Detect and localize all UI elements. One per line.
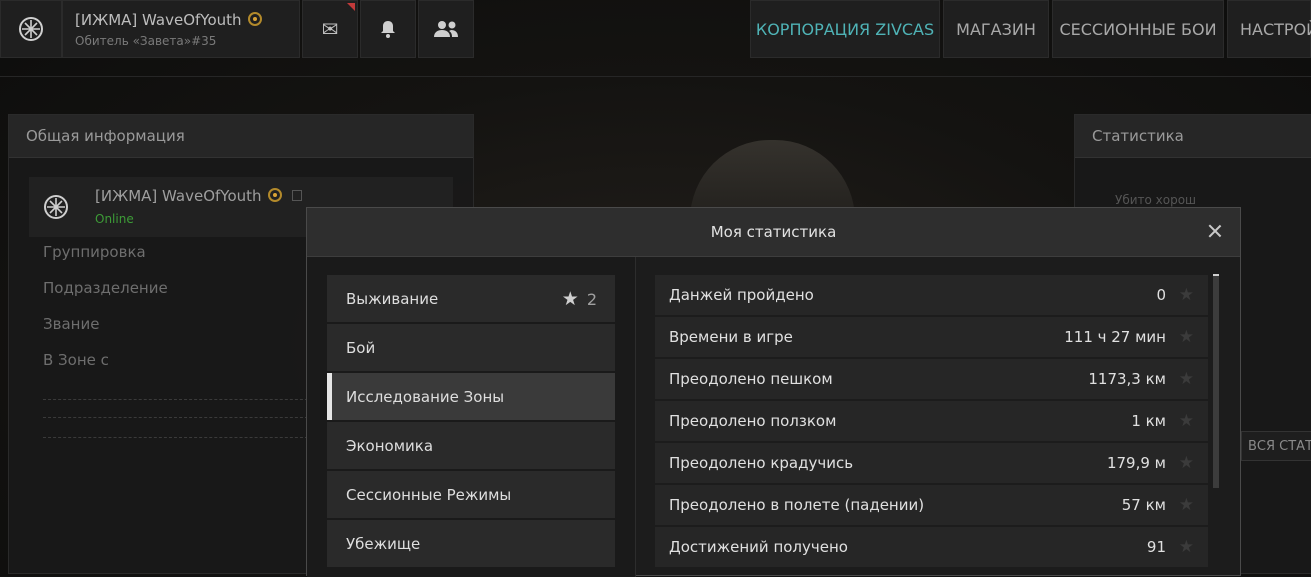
bell-icon xyxy=(381,21,395,38)
player-info-tile[interactable]: [ИЖМА] WaveOfYouth Обитель «Завета»#35 xyxy=(62,0,300,58)
my-statistics-dialog: Моя статистика Выживание ★ 2 Бой Исследов… xyxy=(306,207,1241,577)
top-bar: [ИЖМА] WaveOfYouth Обитель «Завета»#35 ✉… xyxy=(0,0,1311,62)
field-in-zone-since: В Зоне с xyxy=(43,351,109,369)
nav-settings[interactable]: НАСТРОЙ xyxy=(1227,0,1311,58)
dialog-header: Моя статистика xyxy=(307,208,1240,257)
nav-shop[interactable]: МАГАЗИН xyxy=(943,0,1049,58)
stat-row: Достижений получено 91 ★ xyxy=(655,527,1208,567)
stat-value: 0 xyxy=(1156,286,1166,304)
stat-label: Преодолено пешком xyxy=(669,370,833,388)
category-economy[interactable]: Экономика xyxy=(327,422,615,469)
nav-corporation[interactable]: КОРПОРАЦИЯ ZIVCAS xyxy=(750,0,940,58)
dialog-title: Моя статистика xyxy=(710,223,837,241)
stat-label: Преодолено в полете (падении) xyxy=(669,496,925,514)
stat-value: 111 ч 27 мин xyxy=(1064,328,1166,346)
general-info-title: Общая информация xyxy=(9,115,473,158)
friends-icon xyxy=(434,21,458,37)
player-name: [ИЖМА] WaveOfYouth xyxy=(75,11,262,29)
stat-value: 1 км xyxy=(1131,412,1166,430)
scrollbar-thumb[interactable] xyxy=(1213,274,1219,276)
player-location: Обитель «Завета»#35 xyxy=(75,34,217,48)
field-division: Подразделение xyxy=(43,279,168,297)
star-icon[interactable]: ★ xyxy=(1179,369,1194,389)
notifications-button[interactable] xyxy=(360,0,416,58)
divider xyxy=(43,417,313,418)
category-label: Выживание xyxy=(346,289,439,308)
category-count: ★ 2 xyxy=(561,288,597,310)
stat-row: Преодолено пешком 1173,3 км ★ xyxy=(655,359,1208,399)
stat-row: Времени в игре 111 ч 27 мин ★ xyxy=(655,317,1208,357)
stat-label: Времени в игре xyxy=(669,328,793,346)
category-combat[interactable]: Бой xyxy=(327,324,615,371)
category-label: Сессионные Режимы xyxy=(346,485,512,504)
stat-value: 179,9 м xyxy=(1106,454,1166,472)
all-stats-button[interactable]: ВСЯ СТАТ xyxy=(1241,431,1311,461)
stat-row: Преодолено ползком 1 км ★ xyxy=(655,401,1208,441)
statistics-title: Статистика xyxy=(1075,115,1311,158)
category-list: Выживание ★ 2 Бой Исследование Зоны Эконо… xyxy=(307,257,636,577)
divider xyxy=(43,437,313,438)
stat-label: Данжей пройдено xyxy=(669,286,814,304)
friends-button[interactable] xyxy=(418,0,474,58)
star-icon[interactable]: ★ xyxy=(1179,537,1194,557)
online-status: Online xyxy=(95,212,134,226)
close-icon[interactable] xyxy=(1206,222,1224,240)
killed-label: Убито хорош xyxy=(1115,193,1197,207)
category-session-modes[interactable]: Сессионные Режимы xyxy=(327,471,615,518)
stat-label: Преодолено крадучись xyxy=(669,454,854,472)
category-shelter[interactable]: Убежище xyxy=(327,520,615,567)
category-label: Убежище xyxy=(346,534,421,553)
star-icon[interactable]: ★ xyxy=(1179,411,1194,431)
stat-label: Преодолено ползком xyxy=(669,412,837,430)
clan-badge-icon xyxy=(267,188,282,202)
stat-value: 91 xyxy=(1146,538,1166,556)
category-label: Бой xyxy=(346,338,376,357)
unread-indicator xyxy=(347,3,355,11)
divider xyxy=(0,76,1311,77)
scrollbar[interactable] xyxy=(1213,275,1219,488)
stat-label: Достижений получено xyxy=(669,538,848,556)
field-rank: Звание xyxy=(43,315,100,333)
category-zone-exploration[interactable]: Исследование Зоны xyxy=(327,373,615,420)
star-icon[interactable]: ★ xyxy=(1179,453,1194,473)
nav-session-battles[interactable]: СЕССИОННЫЕ БОИ xyxy=(1052,0,1224,58)
star-icon: ★ xyxy=(561,288,579,310)
star-icon[interactable]: ★ xyxy=(1179,495,1194,515)
star-icon[interactable]: ★ xyxy=(1179,285,1194,305)
player-name: [ИЖМА] WaveOfYouth xyxy=(95,187,302,205)
mail-icon: ✉ xyxy=(321,17,339,41)
stat-value: 1173,3 км xyxy=(1088,370,1166,388)
stat-row: Преодолено в полете (падении) 57 км ★ xyxy=(655,485,1208,525)
category-label: Исследование Зоны xyxy=(346,387,505,406)
clan-badge-icon xyxy=(247,12,262,26)
divider xyxy=(43,399,313,400)
copy-icon[interactable] xyxy=(291,190,302,201)
category-survival[interactable]: Выживание ★ 2 xyxy=(327,275,615,322)
stat-row: Преодолено крадучись 179,9 м ★ xyxy=(655,443,1208,483)
stat-row: Данжей пройдено 0 ★ xyxy=(655,275,1208,315)
mail-button[interactable]: ✉ xyxy=(302,0,358,58)
field-faction: Группировка xyxy=(43,243,146,261)
faction-logo-icon xyxy=(19,17,43,41)
stat-value: 57 км xyxy=(1121,496,1166,514)
category-label: Экономика xyxy=(346,436,434,455)
star-icon[interactable]: ★ xyxy=(1179,327,1194,347)
faction-logo-tile[interactable] xyxy=(0,0,62,58)
faction-logo-icon xyxy=(44,195,68,219)
